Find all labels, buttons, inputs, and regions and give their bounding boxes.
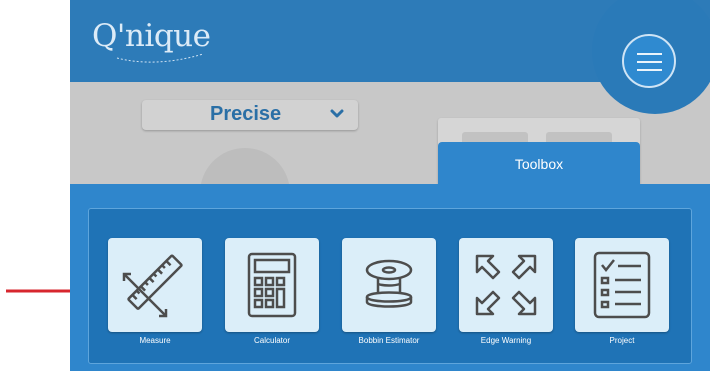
tool-tile <box>342 238 436 332</box>
tool-edge-warning[interactable]: Edge Warning <box>459 238 553 345</box>
tool-measure[interactable]: Measure <box>108 238 202 345</box>
tool-label: Edge Warning <box>480 336 532 345</box>
tool-calculator[interactable]: Calculator <box>225 238 319 345</box>
tool-bobbin-estimator[interactable]: Bobbin Estimator <box>342 238 436 345</box>
tool-label: Calculator <box>253 336 290 345</box>
tool-tile <box>575 238 669 332</box>
mode-select-value: Precise <box>210 103 282 125</box>
hamburger-menu-icon <box>637 53 662 55</box>
tool-label: Measure <box>139 336 171 345</box>
tool-label: Bobbin Estimator <box>358 336 420 345</box>
stage: Q'nique Precise Toolbox Measure Calculat… <box>0 0 710 371</box>
toolbox-tab[interactable]: Toolbox <box>438 142 640 188</box>
tool-tile <box>225 238 319 332</box>
tool-project[interactable]: Project <box>575 238 669 345</box>
hamburger-menu-icon <box>637 69 662 71</box>
bobbin-icon <box>365 259 413 308</box>
logo-swirl <box>116 53 204 63</box>
calculator-icon <box>247 252 297 318</box>
ruler-icon <box>122 254 183 318</box>
expand-arrows-icon <box>475 254 537 316</box>
mode-select[interactable]: Precise <box>142 100 358 130</box>
tool-label: Project <box>609 336 635 345</box>
app-logo: Q'nique <box>92 18 211 54</box>
toolbox-title: Toolbox <box>514 156 564 172</box>
menu-button[interactable] <box>622 34 676 88</box>
tool-tile <box>108 238 202 332</box>
hamburger-menu-icon <box>637 61 662 63</box>
app-screen: Q'nique Precise Toolbox Measure Calculat… <box>70 0 710 371</box>
checklist-icon <box>593 251 651 319</box>
chevron-down-icon <box>330 109 344 118</box>
tool-tile <box>459 238 553 332</box>
